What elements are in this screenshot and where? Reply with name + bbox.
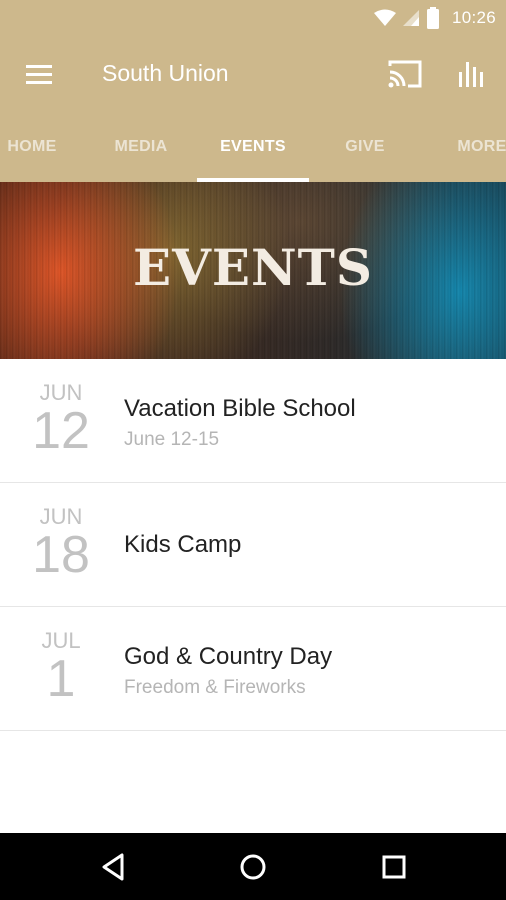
battery-icon — [426, 7, 440, 29]
wifi-icon — [373, 9, 396, 27]
event-title: Kids Camp — [124, 531, 242, 558]
system-nav-bar — [0, 833, 506, 900]
event-day: 18 — [32, 526, 90, 584]
tab-home[interactable]: HOME — [0, 112, 76, 182]
event-item[interactable]: JUL 1 God & Country Day Freedom & Firewo… — [0, 607, 506, 731]
event-subtitle: June 12-15 — [124, 429, 220, 450]
event-date: JUL 1 — [20, 629, 102, 708]
events-banner: EVENTS — [0, 182, 506, 359]
tab-give[interactable]: GIVE — [309, 112, 421, 182]
event-subtitle: Freedom & Fireworks — [124, 677, 306, 698]
tab-media[interactable]: MEDIA — [85, 112, 197, 182]
status-time: 10:26 — [451, 8, 496, 27]
event-date: JUN 12 — [20, 381, 102, 460]
app-bar: South Union — [0, 36, 506, 112]
signal-icon — [402, 9, 420, 27]
event-date: JUN 18 — [20, 505, 102, 584]
bar-chart-icon[interactable] — [456, 56, 490, 90]
tab-more[interactable]: MORE — [446, 112, 506, 182]
status-bar: 10:26 — [0, 0, 506, 36]
home-icon[interactable] — [236, 851, 270, 883]
tab-bar: HOME MEDIA EVENTS GIVE MORE — [0, 112, 506, 182]
event-day: 12 — [32, 402, 90, 460]
event-item[interactable]: JUN 12 Vacation Bible School June 12-15 — [0, 359, 506, 483]
status-icons: 10:26 — [373, 6, 496, 30]
cast-icon[interactable] — [386, 58, 424, 90]
event-item[interactable]: JUN 18 Kids Camp — [0, 483, 506, 607]
banner-title: EVENTS — [132, 238, 374, 297]
menu-icon[interactable] — [22, 58, 56, 90]
event-title: God & Country Day — [124, 643, 333, 670]
tab-events[interactable]: EVENTS — [197, 112, 309, 182]
event-list: JUN 12 Vacation Bible School June 12-15 … — [0, 359, 506, 731]
event-title: Vacation Bible School — [124, 395, 356, 422]
event-day: 1 — [46, 650, 76, 708]
recents-icon[interactable] — [377, 851, 411, 883]
app-title: South Union — [102, 60, 229, 86]
back-icon[interactable] — [98, 851, 132, 883]
